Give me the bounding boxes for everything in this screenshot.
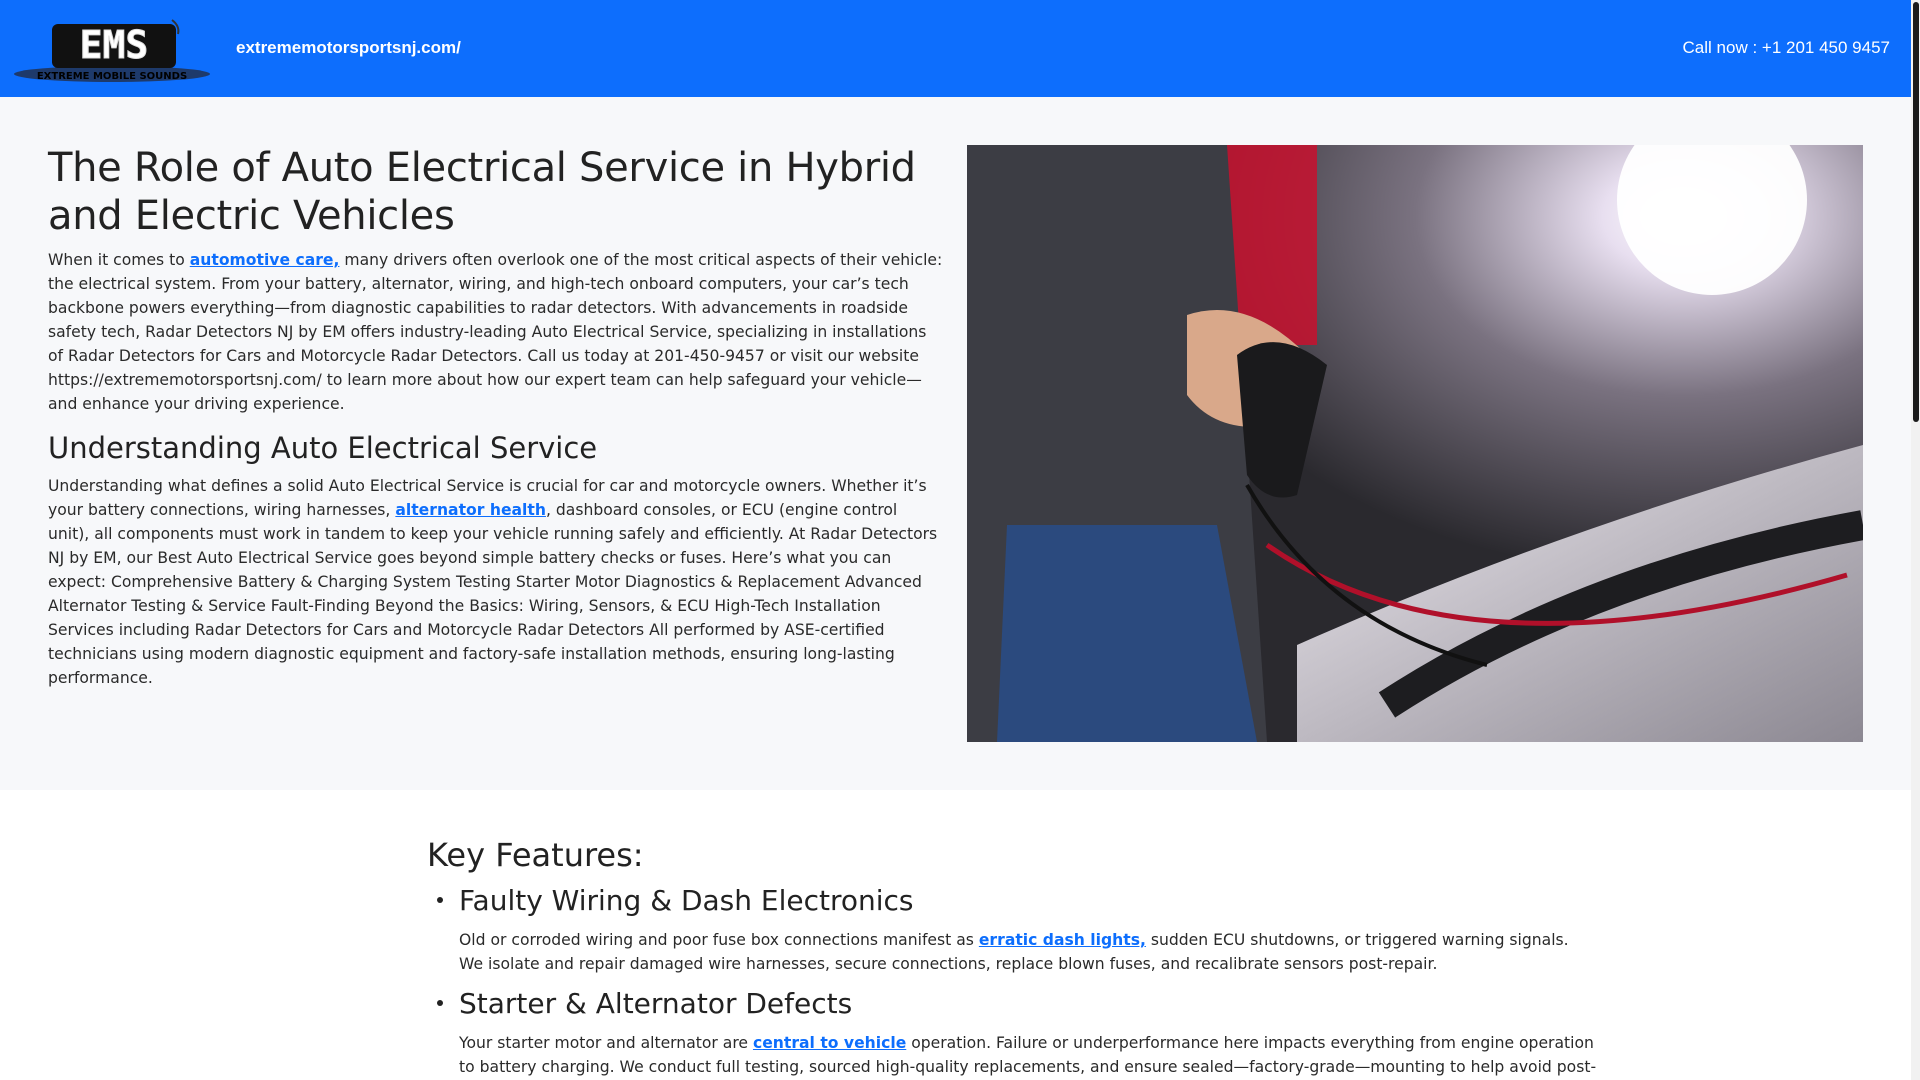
bullet-icon — [437, 897, 443, 903]
key-features-section: Key Features: Faulty Wiring & Dash Elect… — [427, 835, 1597, 1080]
feature-title: Starter & Alternator Defects — [459, 987, 853, 1020]
page-title: The Role of Auto Electrical Service in H… — [48, 145, 916, 239]
erratic-dash-lights-link[interactable]: erratic dash lights, — [979, 931, 1146, 949]
call-now-text[interactable]: Call now : +1 201 450 9457 — [1683, 38, 1890, 58]
bullet-icon — [437, 1000, 443, 1006]
feature-description: Old or corroded wiring and poor fuse box… — [459, 931, 1569, 973]
ems-logo[interactable]: EMS EXTREME MOBILE SOUNDS — [12, 16, 212, 84]
central-to-vehicle-link[interactable]: central to vehicle — [753, 1034, 906, 1052]
page-scrollbar[interactable] — [1911, 0, 1920, 1080]
site-url-link[interactable]: extrememotorsportsnj.com/ — [236, 38, 461, 58]
key-features-heading: Key Features: — [427, 836, 644, 874]
feature-description: Your starter motor and alternator are ce… — [459, 1034, 1597, 1076]
hero-section: The Role of Auto Electrical Service in H… — [0, 97, 1911, 790]
svg-text:EMS: EMS — [80, 23, 149, 67]
list-item: Faulty Wiring & Dash Electronics Old or … — [437, 883, 1597, 976]
feature-title: Faulty Wiring & Dash Electronics — [459, 884, 914, 917]
scrollbar-thumb[interactable] — [1913, 2, 1919, 422]
list-item: Starter & Alternator Defects Your starte… — [437, 986, 1597, 1080]
section-heading: Understanding Auto Electrical Service — [48, 431, 598, 465]
svg-text:EXTREME MOBILE SOUNDS: EXTREME MOBILE SOUNDS — [37, 71, 187, 82]
mechanic-engine-photo — [967, 145, 1863, 742]
automotive-care-link[interactable]: automotive care, — [190, 251, 340, 269]
features-list: Faulty Wiring & Dash Electronics Old or … — [427, 883, 1597, 1080]
intro-paragraph: When it comes to automotive care, many d… — [48, 251, 943, 413]
body-paragraph: Understanding what defines a solid Auto … — [48, 477, 938, 687]
hero-content: The Role of Auto Electrical Service in H… — [48, 144, 943, 690]
site-header: EMS EXTREME MOBILE SOUNDS extrememotorsp… — [0, 0, 1911, 97]
alternator-health-link[interactable]: alternator health — [395, 501, 546, 519]
